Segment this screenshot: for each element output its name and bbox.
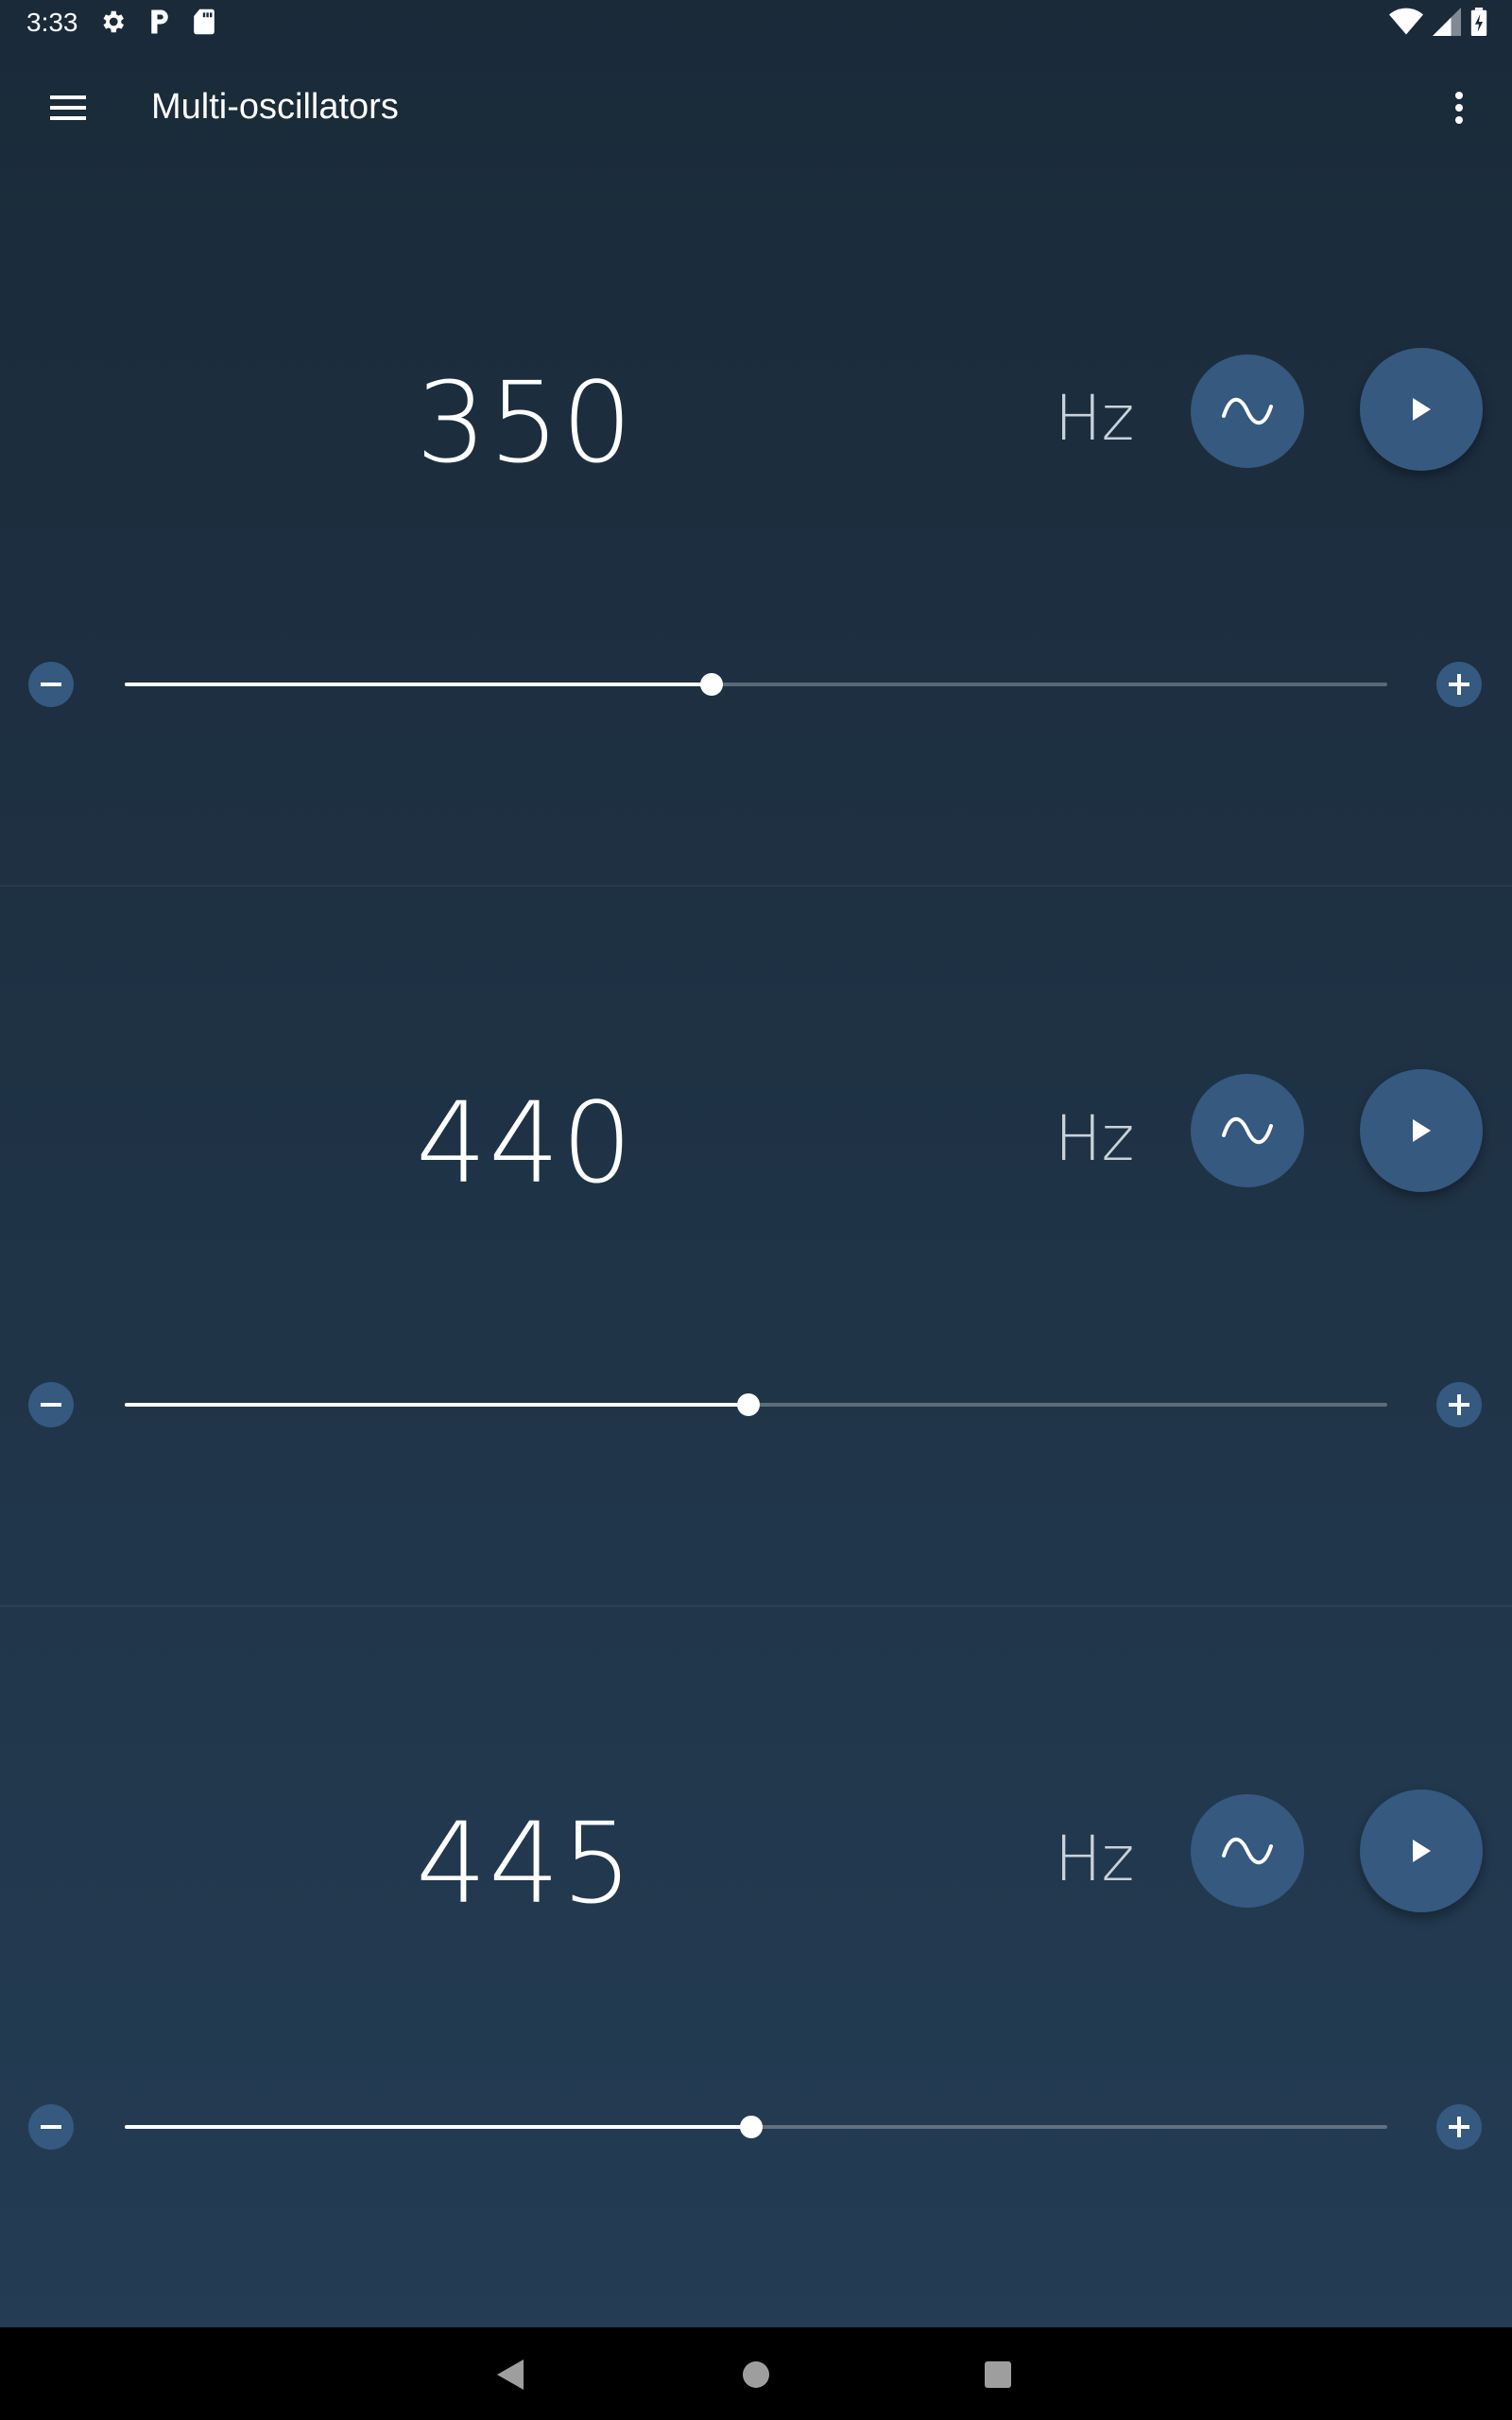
decrease-button[interactable] — [28, 1382, 74, 1427]
play-button[interactable] — [1360, 348, 1483, 471]
app-bar: Multi-oscillators — [0, 47, 1512, 166]
frequency-unit: Hz — [1055, 382, 1135, 455]
decrease-button[interactable] — [28, 2104, 74, 2150]
plus-icon — [1449, 2117, 1469, 2137]
increase-button[interactable] — [1436, 1382, 1482, 1427]
recents-icon — [985, 2361, 1011, 2388]
frequency-slider-row — [0, 656, 1512, 713]
play-icon — [1413, 1119, 1431, 1142]
plus-icon — [1449, 1394, 1469, 1415]
play-button[interactable] — [1360, 1789, 1483, 1912]
frequency-slider[interactable] — [125, 1393, 1387, 1416]
more-vert-icon — [1455, 92, 1463, 124]
status-bar: 3:33 — [0, 0, 1512, 47]
slider-fill — [125, 683, 713, 686]
oscillator-panel-1: 350 Hz — [0, 166, 1512, 887]
waveform-button[interactable] — [1191, 354, 1304, 468]
app-title: Multi-oscillators — [151, 87, 399, 127]
slider-thumb[interactable] — [700, 673, 724, 696]
frequency-value[interactable]: 440 — [416, 1087, 632, 1199]
frequency-value[interactable]: 350 — [416, 367, 632, 478]
status-left-icons — [98, 8, 215, 41]
menu-button[interactable] — [38, 78, 98, 138]
minus-icon — [41, 1403, 61, 1407]
play-icon — [1413, 1840, 1431, 1862]
sine-wave-icon — [1222, 1116, 1273, 1145]
status-time: 3:33 — [26, 8, 78, 37]
oscillator-panel-3: 445 Hz — [0, 1607, 1512, 2327]
status-right-icons — [1389, 8, 1487, 41]
frequency-unit: Hz — [1055, 1102, 1135, 1175]
slider-fill — [125, 1403, 748, 1407]
home-icon — [743, 2361, 769, 2388]
navigation-bar — [0, 2327, 1512, 2420]
gear-icon — [98, 8, 127, 41]
home-button[interactable] — [741, 2360, 771, 2394]
slider-thumb[interactable] — [736, 1393, 760, 1416]
frequency-slider-row — [0, 1376, 1512, 1433]
slider-thumb[interactable] — [739, 2116, 763, 2138]
plus-icon — [1449, 674, 1469, 695]
signal-icon — [1433, 8, 1461, 41]
slider-fill — [125, 2125, 751, 2129]
hamburger-menu-icon — [50, 95, 86, 120]
sine-wave-icon — [1222, 397, 1273, 425]
sd-card-icon — [193, 8, 215, 41]
back-icon — [497, 2360, 524, 2390]
decrease-button[interactable] — [28, 662, 74, 707]
battery-charging-icon — [1470, 8, 1487, 41]
play-button[interactable] — [1360, 1069, 1483, 1192]
increase-button[interactable] — [1436, 2104, 1482, 2150]
frequency-value[interactable]: 445 — [416, 1807, 632, 1919]
frequency-unit: Hz — [1055, 1823, 1135, 1895]
recents-button[interactable] — [983, 2360, 1013, 2394]
frequency-slider-row — [0, 2099, 1512, 2155]
wifi-icon — [1389, 8, 1423, 41]
frequency-slider[interactable] — [125, 2116, 1387, 2138]
waveform-button[interactable] — [1191, 1074, 1304, 1187]
frequency-slider[interactable] — [125, 673, 1387, 696]
play-icon — [1413, 398, 1431, 421]
sine-wave-icon — [1222, 1837, 1273, 1865]
minus-icon — [41, 2125, 61, 2129]
minus-icon — [41, 683, 61, 686]
back-button[interactable] — [495, 2358, 525, 2396]
increase-button[interactable] — [1436, 662, 1482, 707]
waveform-button[interactable] — [1191, 1794, 1304, 1908]
parking-icon — [147, 8, 172, 41]
overflow-menu-button[interactable] — [1429, 78, 1489, 138]
oscillator-panel-2: 440 Hz — [0, 887, 1512, 1607]
